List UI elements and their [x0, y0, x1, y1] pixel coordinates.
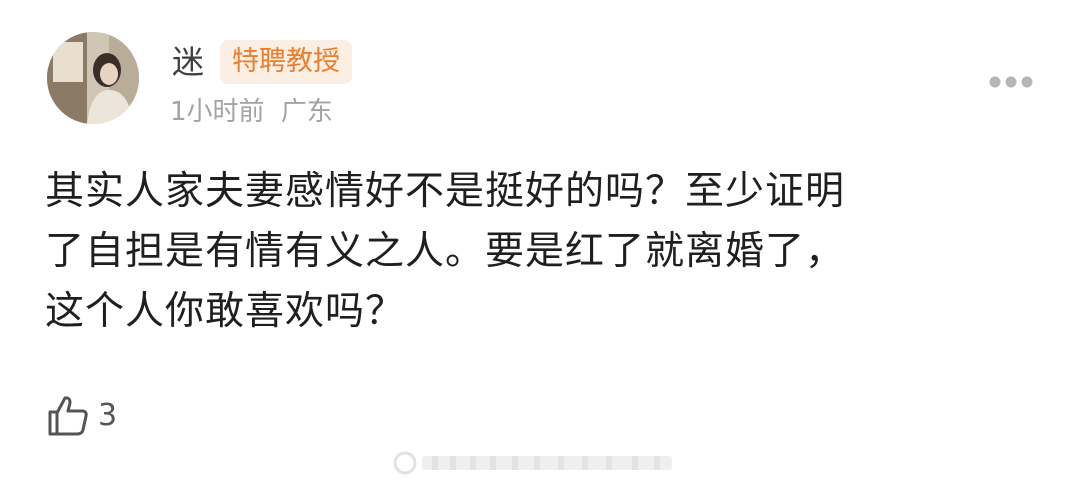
content-line: 这个人你敢喜欢吗？: [45, 289, 406, 334]
thumbs-up-icon: [48, 396, 88, 436]
comment-meta: 1小时前 广东: [170, 94, 341, 130]
more-dots-icon: [989, 76, 1033, 88]
comment-location: 广东: [280, 97, 333, 127]
avatar[interactable]: [47, 32, 139, 124]
avatar-image: [47, 32, 139, 124]
comment-time: 1小时前: [170, 97, 265, 127]
like-button[interactable]: 3: [46, 394, 117, 438]
comment-content: 其实人家夫妻感情好不是挺好的吗？至少证明 了自担是有情有义之人。要是红了就离婚了…: [45, 162, 1030, 342]
username[interactable]: 迷: [172, 42, 204, 82]
content-line: 了自担是有情有义之人。要是红了就离婚了，: [45, 229, 846, 274]
like-count: 3: [98, 398, 118, 433]
watermark-icon: [392, 450, 682, 476]
content-line: 其实人家夫妻感情好不是挺好的吗？至少证明: [45, 169, 846, 214]
title-badge: 特聘教授: [220, 40, 352, 84]
more-menu-button[interactable]: [988, 74, 1034, 88]
